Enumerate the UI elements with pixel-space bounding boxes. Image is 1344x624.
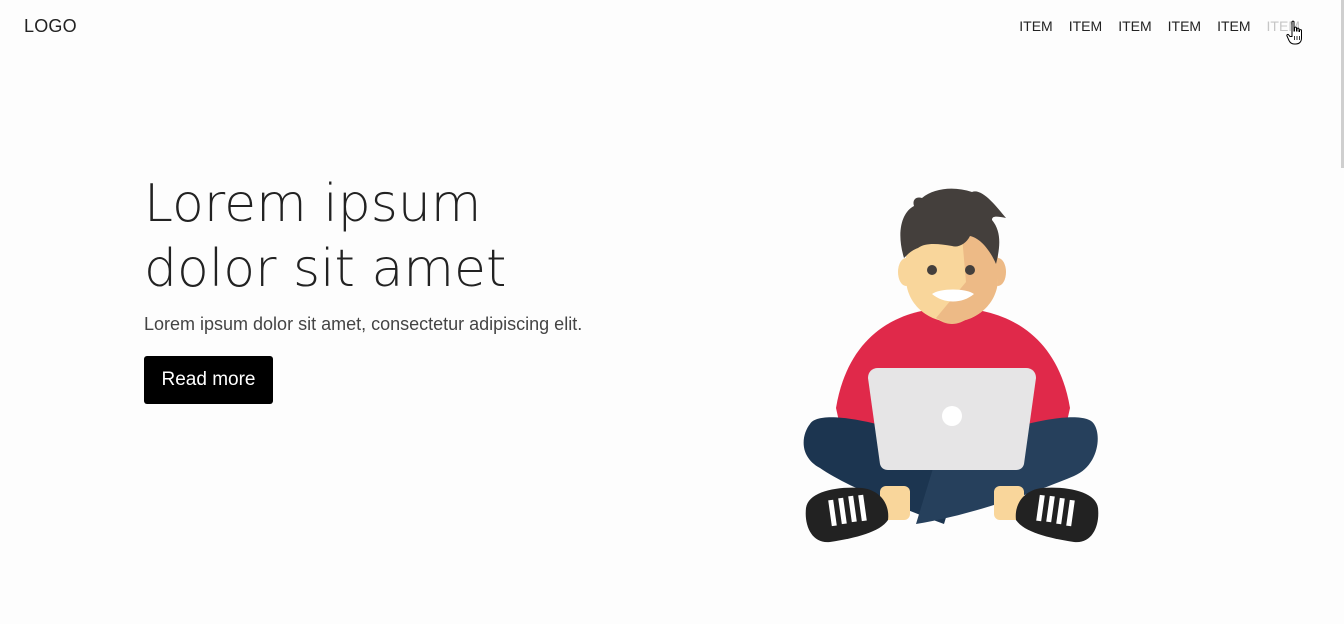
navbar: LOGO ITEM ITEM ITEM ITEM ITEM ITEM: [0, 0, 1344, 54]
hero-title: Lorem ipsum dolor sit amet: [144, 174, 507, 299]
logo[interactable]: LOGO: [24, 16, 77, 37]
hero-subtitle: Lorem ipsum dolor sit amet, consectetur …: [144, 314, 583, 334]
nav-item-3[interactable]: ITEM: [1118, 18, 1151, 34]
nav-menu: ITEM ITEM ITEM ITEM ITEM ITEM: [1019, 18, 1300, 34]
nav-item-2[interactable]: ITEM: [1069, 18, 1102, 34]
hand-pointer-icon: [1286, 20, 1302, 45]
page: LOGO ITEM ITEM ITEM ITEM ITEM ITEM Lorem…: [0, 0, 1344, 624]
nav-item-4[interactable]: ITEM: [1168, 18, 1201, 34]
person-with-laptop-illustration: [803, 188, 1099, 543]
nav-item-1[interactable]: ITEM: [1019, 18, 1052, 34]
read-more-button[interactable]: Read more: [144, 356, 273, 404]
nav-item-5[interactable]: ITEM: [1217, 18, 1250, 34]
